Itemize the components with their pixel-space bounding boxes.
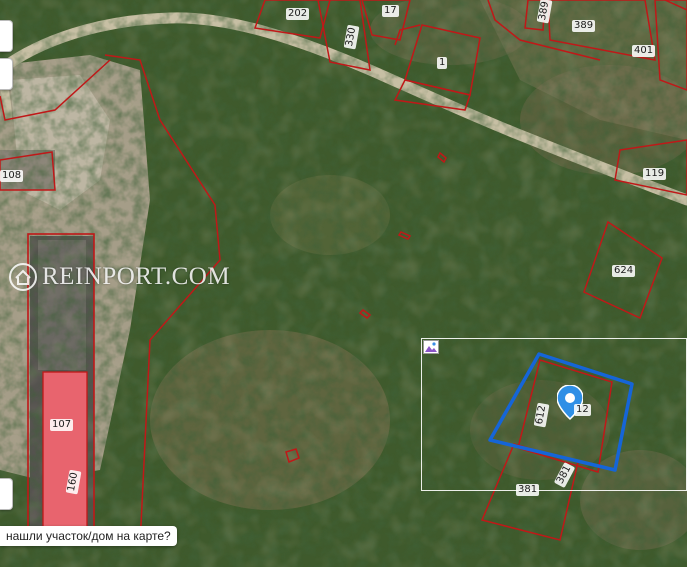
- house-logo-icon: [9, 263, 37, 291]
- parcel-label-107: 107: [50, 419, 74, 431]
- parcel-label-202: 202: [286, 8, 310, 20]
- parcel-label-108: 108: [0, 170, 24, 182]
- parcel-label-624: 624: [612, 265, 636, 277]
- highlighted-building-107: [43, 372, 87, 540]
- parcel-label-401: 401: [632, 45, 656, 57]
- parcel-label-119: 119: [643, 168, 667, 180]
- parcel-label-389b: 389: [572, 20, 596, 32]
- found-parcel-button[interactable]: нашли участок/дом на карте?: [0, 526, 177, 546]
- parcel-label-381: 381: [516, 484, 540, 496]
- watermark: REINPORT.COM: [8, 262, 230, 292]
- parcel-label-17: 17: [382, 5, 399, 17]
- image-icon[interactable]: [423, 340, 439, 354]
- map-control-button[interactable]: [0, 58, 13, 90]
- photo-frame[interactable]: [421, 338, 687, 491]
- map-control-button[interactable]: [0, 478, 13, 510]
- watermark-text: REINPORT.COM: [42, 263, 231, 290]
- map-control-button[interactable]: [0, 20, 13, 52]
- parcel-label-12: 12: [574, 404, 591, 416]
- parcel-label-1: 1: [437, 57, 448, 69]
- map-view[interactable]: 202 330 17 1 389 389 401 108 119 624 107…: [0, 0, 687, 567]
